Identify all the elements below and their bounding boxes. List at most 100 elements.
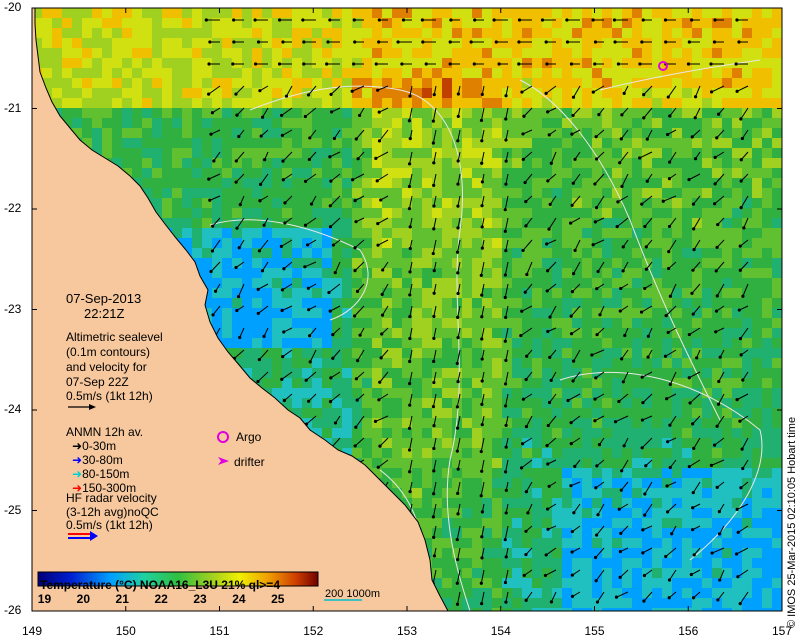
- sst-cell: [392, 408, 402, 418]
- sst-cell: [582, 408, 592, 418]
- sst-cell: [652, 338, 662, 348]
- sst-cell: [82, 88, 92, 98]
- sst-cell: [342, 48, 352, 58]
- sst-cell: [162, 28, 172, 38]
- sst-cell: [442, 408, 452, 418]
- sst-cell: [712, 188, 722, 198]
- velocity-arrowhead: [432, 204, 436, 208]
- sst-cell: [422, 308, 432, 318]
- velocity-arrowhead: [420, 18, 424, 22]
- sst-cell: [202, 238, 212, 248]
- sst-cell: [522, 358, 532, 368]
- sst-cell: [562, 578, 572, 588]
- sst-cell: [582, 428, 592, 438]
- sst-cell: [632, 338, 642, 348]
- sst-cell: [502, 448, 512, 458]
- sst-cell: [222, 28, 232, 38]
- velocity-arrowhead: [638, 156, 642, 160]
- sst-cell: [722, 388, 732, 398]
- sst-cell: [642, 288, 652, 298]
- sst-cell: [512, 388, 522, 398]
- sst-cell: [492, 208, 502, 218]
- sst-cell: [512, 258, 522, 268]
- sst-cell: [562, 298, 572, 308]
- sst-cell: [632, 458, 642, 468]
- sst-cell: [752, 258, 762, 268]
- sst-cell: [762, 348, 772, 358]
- sst-cell: [612, 378, 622, 388]
- sst-cell: [442, 338, 452, 348]
- sst-cell: [202, 118, 212, 128]
- sst-cell: [652, 558, 662, 568]
- sst-cell: [502, 558, 512, 568]
- sst-cell: [752, 568, 762, 578]
- sst-cell: [552, 498, 562, 508]
- sst-cell: [772, 268, 782, 278]
- velocity-arrowhead: [204, 18, 208, 22]
- sst-cell: [122, 128, 132, 138]
- sst-cell: [552, 528, 562, 538]
- velocity-arrowhead: [408, 94, 412, 98]
- sst-cell: [652, 408, 662, 418]
- sst-cell: [382, 228, 392, 238]
- sst-cell: [392, 28, 402, 38]
- sst-cell: [292, 228, 302, 238]
- sst-cell: [492, 278, 502, 288]
- sst-cell: [452, 188, 462, 198]
- sst-cell: [412, 378, 422, 388]
- sst-cell: [722, 8, 732, 18]
- velocity-arrowhead: [377, 139, 382, 143]
- sst-cell: [52, 58, 62, 68]
- sst-cell: [182, 108, 192, 118]
- sst-cell: [582, 238, 592, 248]
- sst-cell: [152, 158, 162, 168]
- sst-cell: [662, 168, 672, 178]
- sst-cell: [242, 98, 252, 108]
- sst-cell: [532, 218, 542, 228]
- sst-cell: [402, 148, 412, 158]
- sst-cell: [572, 388, 582, 398]
- sst-cell: [732, 278, 742, 288]
- sst-cell: [452, 498, 462, 508]
- sst-cell: [422, 488, 432, 498]
- sst-cell: [272, 158, 282, 168]
- sst-cell: [702, 228, 712, 238]
- sst-cell: [522, 478, 532, 488]
- sst-cell: [162, 208, 172, 218]
- sst-cell: [192, 98, 202, 108]
- sst-cell: [612, 458, 622, 468]
- sst-cell: [652, 478, 662, 488]
- sst-cell: [362, 418, 372, 428]
- sst-cell: [462, 458, 472, 468]
- sst-cell: [582, 308, 592, 318]
- sst-cell: [702, 248, 712, 258]
- sst-cell: [472, 348, 482, 358]
- sst-cell: [772, 328, 782, 338]
- sst-cell: [582, 228, 592, 238]
- sst-cell: [652, 548, 662, 558]
- sst-cell: [512, 558, 522, 568]
- sst-cell: [312, 318, 322, 328]
- sst-cell: [652, 78, 662, 88]
- sst-cell: [342, 18, 352, 28]
- sst-cell: [442, 78, 452, 88]
- sst-cell: [762, 428, 772, 438]
- sst-cell: [402, 228, 412, 238]
- sst-cell: [512, 468, 522, 478]
- sst-cell: [252, 278, 262, 288]
- velocity-arrowhead: [263, 158, 267, 162]
- sst-cell: [272, 28, 282, 38]
- velocity-arrowhead: [638, 62, 642, 66]
- sst-cell: [652, 418, 662, 428]
- sst-cell: [522, 528, 532, 538]
- sst-cell: [632, 598, 642, 608]
- sst-cell: [512, 168, 522, 178]
- sst-cell: [202, 148, 212, 158]
- sst-cell: [462, 538, 472, 548]
- velocity-arrowhead: [400, 62, 404, 66]
- sst-cell: [692, 408, 702, 418]
- velocity-arrowhead: [209, 132, 213, 136]
- velocity-arrowhead: [277, 62, 282, 66]
- sst-cell: [572, 118, 582, 128]
- sst-cell: [752, 438, 762, 448]
